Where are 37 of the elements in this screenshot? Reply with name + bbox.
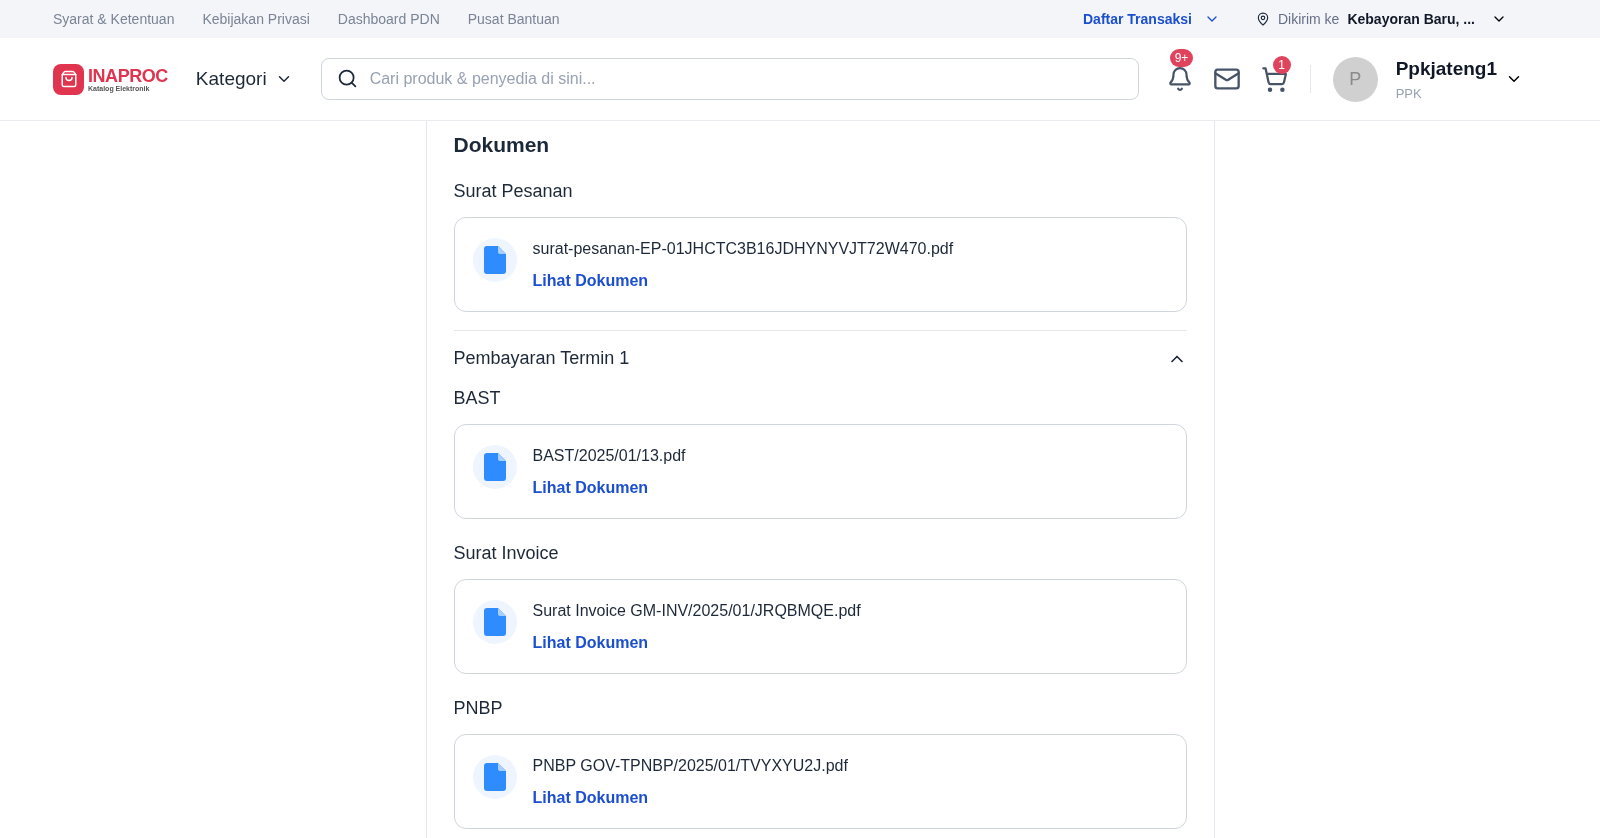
file-icon bbox=[472, 238, 517, 282]
user-name: Ppkjateng1 bbox=[1395, 57, 1497, 81]
group-title: PNBP bbox=[453, 697, 504, 720]
section-title: Dokumen bbox=[453, 132, 551, 158]
payment-accordion-header[interactable]: Pembayaran Termin 1 bbox=[453, 345, 1187, 372]
delivery-location[interactable]: Kebayoran Baru, ... bbox=[1347, 8, 1475, 30]
view-document-link[interactable]: Lihat Dokumen bbox=[532, 633, 861, 653]
view-document-link[interactable]: Lihat Dokumen bbox=[532, 788, 848, 808]
transactions-menu[interactable]: Daftar Transaksi bbox=[1083, 8, 1220, 30]
cart-badge: 1 bbox=[1272, 55, 1291, 74]
delivery-label: Dikirim ke bbox=[1277, 9, 1340, 29]
group-title: Surat Pesanan bbox=[453, 180, 574, 203]
notification-badge: 9+ bbox=[1169, 49, 1194, 67]
search-field[interactable]: Cari produk & penyedia di sini... bbox=[320, 58, 1139, 100]
logo-icon bbox=[53, 63, 84, 95]
top-link[interactable]: Dashboard PDN bbox=[337, 8, 440, 30]
file-icon bbox=[472, 445, 517, 489]
user-role: PPK bbox=[1395, 84, 1423, 103]
logo-name: INAPROC bbox=[88, 66, 168, 85]
category-menu[interactable]: Kategori bbox=[195, 64, 293, 94]
bell-icon[interactable] bbox=[1166, 66, 1193, 92]
file-name: Surat Invoice GM-INV/2025/01/JRQBMQE.pdf bbox=[532, 601, 861, 621]
top-link[interactable]: Kebijakan Privasi bbox=[202, 8, 310, 30]
file-name: BAST/2025/01/13.pdf bbox=[532, 446, 686, 466]
group-title: Surat Invoice bbox=[453, 542, 560, 565]
view-document-link[interactable]: Lihat Dokumen bbox=[532, 478, 686, 498]
top-link[interactable]: Pusat Bantuan bbox=[467, 8, 560, 30]
file-name: surat-pesanan-EP-01JHCTC3B16JDHYNYVJT72W470.pdf bbox=[532, 239, 954, 259]
location-pin-icon bbox=[1255, 12, 1270, 26]
view-document-link[interactable]: Lihat Dokumen bbox=[532, 271, 954, 291]
file-icon bbox=[472, 755, 517, 799]
file-name: PNBP GOV-TPNBP/2025/01/TVYXYU2J.pdf bbox=[532, 756, 848, 776]
avatar: P bbox=[1332, 56, 1378, 102]
group-title: BAST bbox=[453, 387, 502, 410]
top-link[interactable]: Syarat & Ketentuan bbox=[53, 8, 175, 30]
file-icon bbox=[472, 600, 517, 644]
search-icon bbox=[336, 68, 358, 89]
